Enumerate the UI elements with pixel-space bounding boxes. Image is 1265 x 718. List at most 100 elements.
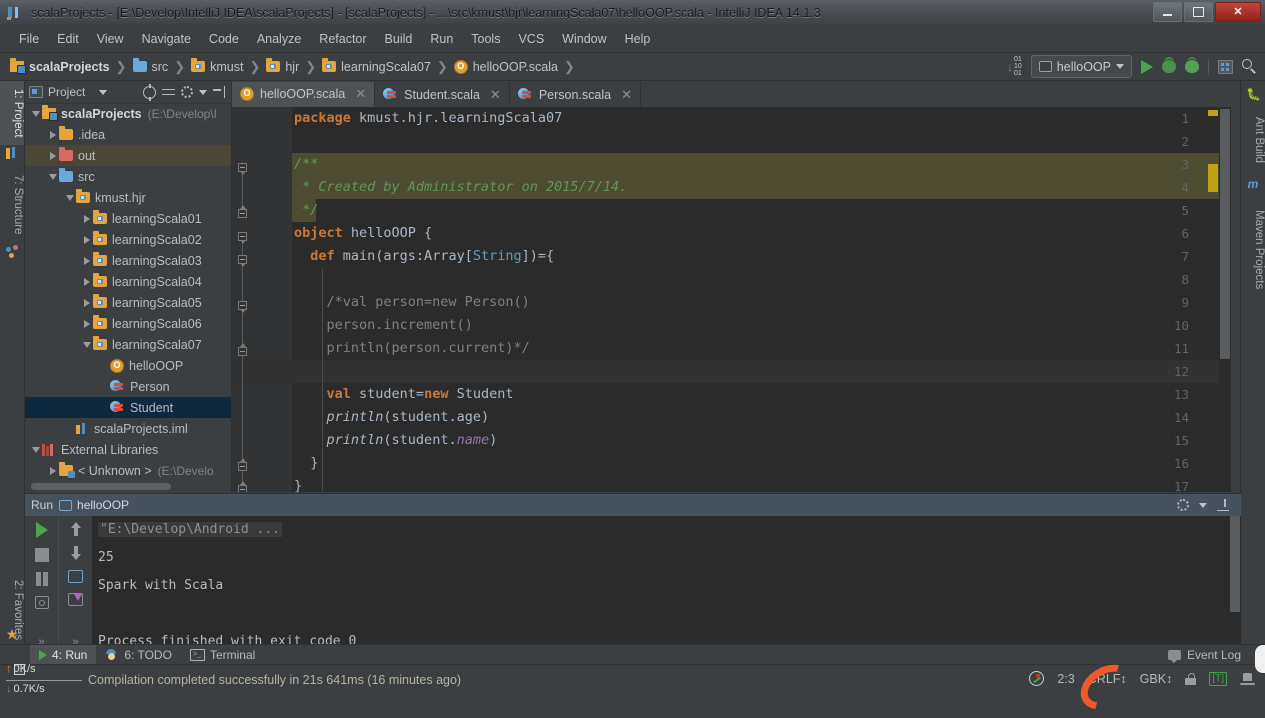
chevron-right-icon[interactable] (80, 298, 93, 307)
code-line[interactable]: package kmust.hjr.learningScala07 (294, 107, 562, 130)
menu-item-tools[interactable]: Tools (462, 28, 509, 50)
fold-toggle-icon[interactable] (238, 255, 247, 267)
close-button[interactable]: ✕ (1215, 2, 1261, 22)
dump-threads-icon[interactable] (34, 596, 49, 609)
chevron-right-icon[interactable] (46, 466, 59, 475)
tree-node-student[interactable]: Student (25, 397, 231, 418)
structure-icon[interactable] (1218, 59, 1233, 74)
stop-icon[interactable] (34, 548, 49, 562)
chevron-right-icon[interactable] (80, 256, 93, 265)
fold-toggle-icon[interactable] (238, 163, 247, 175)
bottom-window-todo[interactable]: 6: TODO (96, 645, 181, 665)
breadcrumb-item-project[interactable]: scalaProjects (8, 56, 112, 78)
chevron-right-icon[interactable] (80, 319, 93, 328)
editor-scrollbar-thumb[interactable] (1220, 109, 1230, 359)
tree-node-person[interactable]: Person (25, 376, 231, 397)
fold-toggle-icon[interactable] (238, 232, 247, 244)
fold-toggle-icon[interactable] (238, 301, 247, 313)
chevron-right-icon[interactable] (46, 130, 59, 139)
run-button-icon[interactable] (1141, 59, 1153, 74)
bottom-window-terminal[interactable]: >_ Terminal (181, 645, 264, 665)
sidebar-tab-project[interactable]: 1: Project (0, 81, 24, 145)
tree-node-kmust-hjr[interactable]: kmust.hjr (25, 187, 231, 208)
fold-toggle-icon[interactable] (238, 205, 247, 218)
menu-item-view[interactable]: View (88, 28, 133, 50)
chevron-right-icon[interactable] (80, 214, 93, 223)
code-line[interactable]: println(student.age) (294, 406, 490, 429)
editor-tab-hellooop-scala[interactable]: OhelloOOP.scala ✕ (232, 82, 376, 107)
menu-item-window[interactable]: Window (553, 28, 615, 50)
tree-node-learningscala01[interactable]: learningScala01 (25, 208, 231, 229)
code-line[interactable]: * Created by Administrator on 2015/7/14. (294, 176, 627, 199)
tree-node-hellooop[interactable]: OhelloOOP (25, 355, 231, 376)
hector-icon[interactable] (1240, 672, 1255, 686)
chevron-down-icon[interactable] (46, 173, 59, 180)
pause-icon[interactable] (35, 572, 49, 586)
menu-item-run[interactable]: Run (421, 28, 462, 50)
tree-node-idea[interactable]: .idea (25, 124, 231, 145)
close-icon[interactable]: ✕ (355, 86, 366, 102)
search-icon[interactable] (1242, 59, 1257, 74)
breadcrumb-item-learningscala07[interactable]: learningScala07 (320, 56, 433, 78)
chevron-down-icon[interactable] (63, 194, 76, 201)
compare-counts-icon[interactable]: ↓ 01 10 01 (1007, 56, 1022, 77)
caret-position[interactable]: 2:3 (1057, 672, 1074, 686)
menu-item-file[interactable]: File (10, 28, 48, 50)
sidebar-tab-maven-projects[interactable]: Maven Projects (1241, 197, 1265, 303)
tree-node-external-libraries[interactable]: External Libraries (25, 439, 231, 460)
fold-toggle-icon[interactable] (238, 343, 247, 356)
code-line[interactable]: val student=new Student (294, 383, 514, 406)
network-speed-widget[interactable]: ↑ 0K/s ↓ 0.7K/s (6, 663, 82, 697)
menu-item-navigate[interactable]: Navigate (133, 28, 200, 50)
run-console[interactable]: "E:\Develop\Android ... 25 Spark with Scal… (92, 516, 1241, 652)
chevron-down-icon[interactable] (29, 110, 42, 117)
code-line[interactable]: println(person.current)*/ (294, 337, 530, 360)
project-horizontal-scrollbar[interactable] (31, 483, 171, 490)
tree-node-learningscala05[interactable]: learningScala05 (25, 292, 231, 313)
code-line[interactable]: object helloOOP { (294, 222, 432, 245)
t-badge[interactable]: [T] (1209, 671, 1227, 686)
editor-marker-warning[interactable] (1208, 164, 1218, 192)
breadcrumb-item-src[interactable]: src (131, 56, 171, 78)
tree-node-out[interactable]: out (25, 145, 231, 166)
menu-item-code[interactable]: Code (200, 28, 248, 50)
soft-wrap-icon[interactable] (68, 570, 83, 583)
breadcrumb-item-hellooop-file[interactable]: O helloOOP.scala (452, 56, 560, 78)
menu-item-help[interactable]: Help (616, 28, 660, 50)
file-encoding[interactable]: GBK↕ (1140, 672, 1173, 686)
code-line[interactable]: def main(args:Array[String])={ (294, 245, 554, 268)
run-with-coverage-icon[interactable] (1185, 57, 1199, 73)
gear-icon[interactable] (181, 86, 193, 98)
breadcrumb-item-hjr[interactable]: hjr (264, 56, 301, 78)
editor-fold-strip[interactable] (275, 107, 292, 492)
code-line[interactable]: person.increment() (294, 314, 473, 337)
editor-tab-student-scala[interactable]: Student.scala ✕ (375, 82, 510, 107)
tree-node-unknown[interactable]: < Unknown > (E:\Develo (25, 460, 231, 481)
bottom-window-run[interactable]: 4: Run (30, 645, 97, 665)
event-log-button[interactable]: Event Log (1167, 648, 1265, 663)
tree-node-scalaprojects-iml[interactable]: scalaProjects.iml (25, 418, 231, 439)
chevron-down-icon[interactable] (199, 89, 207, 95)
sidebar-tab-structure[interactable]: 7: Structure (0, 167, 24, 243)
menu-item-refactor[interactable]: Refactor (310, 28, 375, 50)
memory-gauge-icon[interactable] (1029, 671, 1045, 686)
chevron-right-icon[interactable] (46, 151, 59, 160)
chevron-right-icon[interactable] (80, 235, 93, 244)
tree-node-learningscala07[interactable]: learningScala07 (25, 334, 231, 355)
tree-node-learningscala06[interactable]: learningScala06 (25, 313, 231, 334)
scroll-from-source-icon[interactable] (143, 83, 156, 101)
gear-icon[interactable] (1177, 499, 1189, 511)
code-line[interactable]: println(student.name) (294, 429, 498, 452)
debug-button-icon[interactable] (1162, 57, 1176, 73)
tree-node-learningscala04[interactable]: learningScala04 (25, 271, 231, 292)
breadcrumb-item-kmust[interactable]: kmust (189, 56, 245, 78)
menu-item-vcs[interactable]: VCS (509, 28, 553, 50)
sidebar-tab-ant-build[interactable]: Ant Build (1241, 105, 1265, 175)
tree-node-learningscala03[interactable]: learningScala03 (25, 250, 231, 271)
code-line[interactable]: /*val person=new Person() (294, 291, 530, 314)
menu-item-build[interactable]: Build (376, 28, 422, 50)
chevron-down-icon[interactable] (80, 341, 93, 348)
run-configuration-selector[interactable]: helloOOP (1030, 55, 1132, 78)
minimize-button[interactable] (1153, 2, 1182, 22)
tree-node-src[interactable]: src (25, 166, 231, 187)
